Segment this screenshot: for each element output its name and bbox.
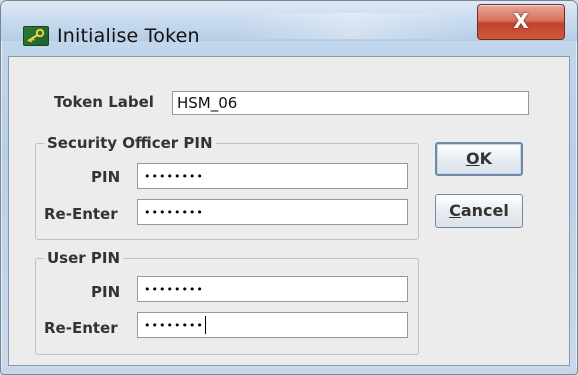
so-pin-caption: PIN xyxy=(91,168,121,186)
cancel-button[interactable]: Cancel xyxy=(435,194,523,228)
title-bar-sheen xyxy=(231,13,471,39)
text-cursor xyxy=(204,316,206,334)
security-officer-pin-group-title: Security Officer PIN xyxy=(44,134,216,152)
cancel-label-rest: ancel xyxy=(460,201,509,220)
so-pin-input[interactable]: •••••••• xyxy=(137,163,408,189)
user-pin-caption: PIN xyxy=(91,283,121,301)
key-icon xyxy=(23,26,49,46)
token-label-input[interactable]: HSM_06 xyxy=(172,91,529,115)
so-reenter-masked-value: •••••••• xyxy=(144,205,204,219)
so-reenter-caption: Re-Enter xyxy=(44,205,118,223)
ok-mnemonic: O xyxy=(465,149,480,168)
dialog-content: Token Label HSM_06 Security Officer PIN … xyxy=(8,56,570,366)
title-bar[interactable]: Initialise Token X xyxy=(1,1,577,47)
ok-label-rest: K xyxy=(479,149,492,168)
so-pin-masked-value: •••••••• xyxy=(144,169,204,183)
window-title: Initialise Token xyxy=(57,25,200,47)
ok-button[interactable]: OK xyxy=(435,142,523,176)
user-reenter-masked-value: •••••••• xyxy=(144,318,204,332)
security-officer-pin-group: Security Officer PIN xyxy=(35,134,419,240)
close-icon: X xyxy=(513,9,529,33)
dialog-window: Initialise Token X Token Label HSM_06 Se… xyxy=(0,0,578,375)
token-label-caption: Token Label xyxy=(54,93,154,111)
user-reenter-caption: Re-Enter xyxy=(44,319,118,337)
user-reenter-input[interactable]: •••••••• xyxy=(137,312,408,338)
user-pin-group: User PIN xyxy=(35,249,419,355)
so-reenter-input[interactable]: •••••••• xyxy=(137,199,408,225)
user-pin-masked-value: •••••••• xyxy=(144,282,204,296)
user-pin-input[interactable]: •••••••• xyxy=(137,276,408,302)
window-bottom-border xyxy=(1,368,577,374)
cancel-mnemonic: C xyxy=(449,201,461,220)
close-button[interactable]: X xyxy=(477,4,565,40)
user-pin-group-title: User PIN xyxy=(44,249,124,267)
